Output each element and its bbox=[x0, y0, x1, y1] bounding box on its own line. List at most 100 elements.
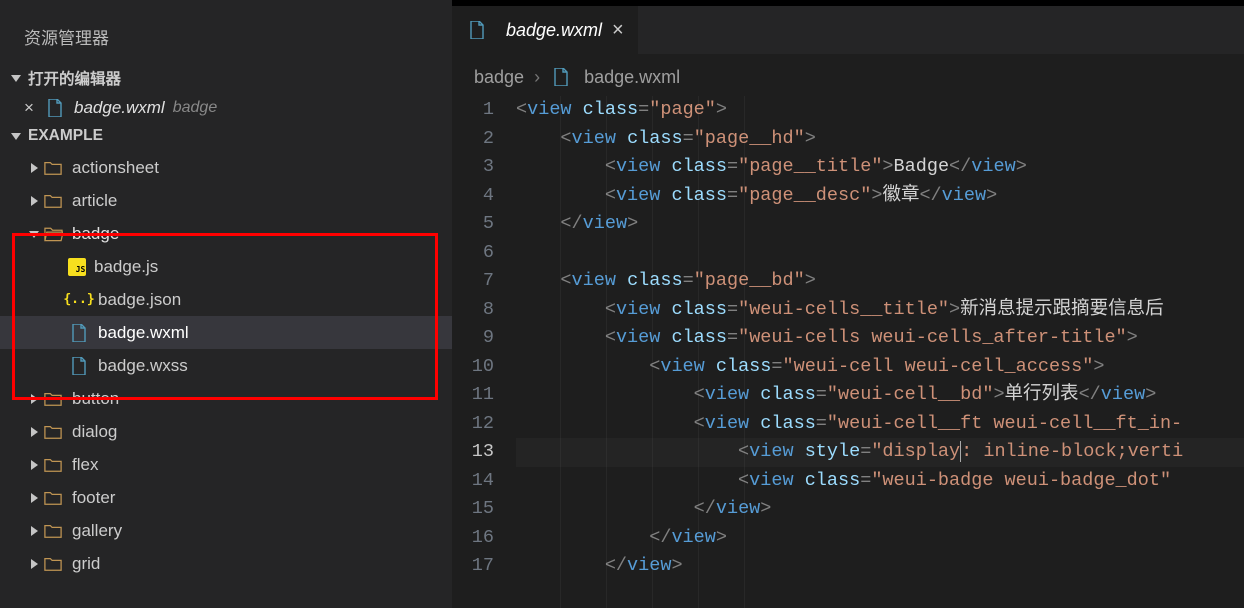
indent-guide bbox=[744, 96, 745, 608]
line-number: 17 bbox=[452, 552, 494, 581]
file-badge-wxss[interactable]: badge.wxss bbox=[0, 349, 452, 382]
chevron-right-icon bbox=[26, 196, 42, 206]
file-badge-json[interactable]: {..} badge.json bbox=[0, 283, 452, 316]
code-line[interactable]: </view> bbox=[516, 524, 1244, 553]
chevron-right-icon bbox=[26, 460, 42, 470]
tree-item-label: dialog bbox=[72, 422, 117, 442]
close-icon[interactable]: × bbox=[24, 98, 44, 118]
code-line[interactable]: <view class="weui-badge weui-badge_dot" bbox=[516, 467, 1244, 496]
code-line[interactable]: <view class="page__hd"> bbox=[516, 125, 1244, 154]
tree-item-label: grid bbox=[72, 554, 100, 574]
tree-item-label: badge.wxml bbox=[98, 323, 189, 343]
line-number: 15 bbox=[452, 495, 494, 524]
chevron-right-icon bbox=[26, 427, 42, 437]
open-editor-dir: badge bbox=[173, 99, 218, 117]
line-number: 14 bbox=[452, 467, 494, 496]
folder-grid[interactable]: grid bbox=[0, 547, 452, 580]
code-line[interactable]: </view> bbox=[516, 552, 1244, 581]
chevron-right-icon bbox=[26, 559, 42, 569]
code-line[interactable]: <view class="weui-cells weui-cells_after… bbox=[516, 324, 1244, 353]
project-header[interactable]: EXAMPLE bbox=[0, 123, 452, 149]
line-number: 3 bbox=[452, 153, 494, 182]
line-number: 7 bbox=[452, 267, 494, 296]
folder-icon bbox=[42, 520, 64, 542]
chevron-right-icon bbox=[26, 493, 42, 503]
indent-guide bbox=[560, 96, 561, 608]
code-line[interactable]: <view class="weui-cell__bd">单行列表</view> bbox=[516, 381, 1244, 410]
folder-actionsheet[interactable]: actionsheet bbox=[0, 151, 452, 184]
line-number: 9 bbox=[452, 324, 494, 353]
open-editor-item[interactable]: × badge.wxml badge bbox=[0, 93, 452, 123]
indent-guide bbox=[606, 96, 607, 608]
line-number: 1 bbox=[452, 96, 494, 125]
file-icon bbox=[550, 66, 572, 88]
folder-footer[interactable]: footer bbox=[0, 481, 452, 514]
code-line[interactable]: <view class="page"> bbox=[516, 96, 1244, 125]
code-line[interactable]: <view class="weui-cells__title">新消息提示跟摘要… bbox=[516, 296, 1244, 325]
folder-icon bbox=[42, 388, 64, 410]
line-number: 5 bbox=[452, 210, 494, 239]
code-line[interactable]: <view style="display: inline-block;verti bbox=[516, 438, 1244, 467]
tree-item-label: gallery bbox=[72, 521, 122, 541]
file-tree: actionsheetarticlebadge JS badge.js{..} bad… bbox=[0, 149, 452, 580]
code-editor[interactable]: 1234567891011121314151617 <view class="p… bbox=[452, 96, 1244, 608]
chevron-right-icon bbox=[26, 394, 42, 404]
folder-badge[interactable]: badge bbox=[0, 217, 452, 250]
breadcrumbs[interactable]: badge › badge.wxml bbox=[452, 54, 1244, 96]
code-line[interactable]: </view> bbox=[516, 495, 1244, 524]
breadcrumb-folder[interactable]: badge bbox=[474, 67, 524, 88]
editor-pane: badge.wxml × badge › badge.wxml 12 345678… bbox=[452, 0, 1244, 608]
file-badge-js[interactable]: JS badge.js bbox=[0, 250, 452, 283]
code-content[interactable]: <view class="page"> <view class="page__h… bbox=[516, 96, 1244, 608]
line-gutter: 1234567891011121314151617 bbox=[452, 96, 516, 608]
folder-dialog[interactable]: dialog bbox=[0, 415, 452, 448]
folder-article[interactable]: article bbox=[0, 184, 452, 217]
line-number: 6 bbox=[452, 239, 494, 268]
code-line[interactable]: <view class="page__title">Badge</view> bbox=[516, 153, 1244, 182]
file-icon bbox=[68, 355, 90, 377]
line-number: 8 bbox=[452, 296, 494, 325]
line-number: 10 bbox=[452, 353, 494, 382]
folder-button[interactable]: button bbox=[0, 382, 452, 415]
line-number: 4 bbox=[452, 182, 494, 211]
chevron-down-icon bbox=[8, 131, 24, 141]
folder-icon bbox=[42, 223, 64, 245]
tree-item-label: badge.js bbox=[94, 257, 158, 277]
code-line[interactable]: <view class="weui-cell weui-cell_access"… bbox=[516, 353, 1244, 382]
json-icon: {..} bbox=[68, 289, 90, 311]
folder-icon bbox=[42, 553, 64, 575]
line-number: 12 bbox=[452, 410, 494, 439]
js-icon: JS bbox=[68, 258, 86, 276]
close-icon[interactable]: × bbox=[612, 19, 624, 42]
line-number: 16 bbox=[452, 524, 494, 553]
chevron-right-icon bbox=[26, 163, 42, 173]
chevron-down-icon bbox=[8, 73, 24, 83]
folder-flex[interactable]: flex bbox=[0, 448, 452, 481]
chevron-right-icon: › bbox=[534, 67, 540, 88]
breadcrumb-file[interactable]: badge.wxml bbox=[584, 67, 680, 88]
code-line[interactable]: <view class="page__bd"> bbox=[516, 267, 1244, 296]
folder-gallery[interactable]: gallery bbox=[0, 514, 452, 547]
tree-item-label: flex bbox=[72, 455, 98, 475]
tree-item-label: badge.json bbox=[98, 290, 181, 310]
file-badge-wxml[interactable]: badge.wxml bbox=[0, 316, 452, 349]
indent-guide bbox=[698, 96, 699, 608]
folder-icon bbox=[42, 421, 64, 443]
tab-bar: badge.wxml × bbox=[452, 0, 1244, 54]
file-icon bbox=[44, 97, 66, 119]
tree-item-label: footer bbox=[72, 488, 115, 508]
code-line[interactable]: <view class="page__desc">徽章</view> bbox=[516, 182, 1244, 211]
tab-active[interactable]: badge.wxml × bbox=[452, 6, 639, 54]
folder-icon bbox=[42, 454, 64, 476]
tree-item-label: button bbox=[72, 389, 119, 409]
code-line[interactable]: <view class="weui-cell__ft weui-cell__ft… bbox=[516, 410, 1244, 439]
open-editors-header[interactable]: 打开的编辑器 bbox=[0, 63, 452, 93]
line-number: 13 bbox=[452, 438, 494, 467]
explorer-title: 资源管理器 bbox=[0, 10, 452, 63]
line-number: 11 bbox=[452, 381, 494, 410]
code-line[interactable] bbox=[516, 239, 1244, 268]
open-editor-filename: badge.wxml bbox=[74, 98, 165, 118]
project-label: EXAMPLE bbox=[28, 127, 103, 145]
folder-icon bbox=[42, 190, 64, 212]
code-line[interactable]: </view> bbox=[516, 210, 1244, 239]
